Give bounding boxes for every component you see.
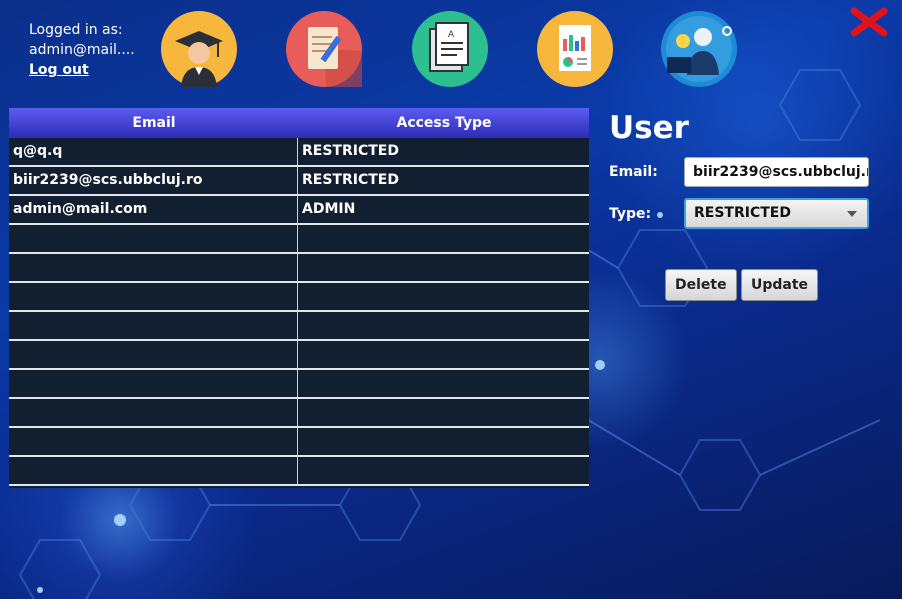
chevron-down-icon [847, 211, 857, 217]
table-row[interactable] [9, 312, 589, 341]
cell-email [9, 399, 298, 426]
logged-in-user: admin@mail.... [29, 42, 135, 58]
logout-link[interactable]: Log out [29, 60, 135, 80]
table-body: q@q.q RESTRICTED biir2239@scs.ubbcluj.ro RE… [9, 138, 589, 486]
cell-access-type [298, 254, 589, 281]
table-row[interactable] [9, 283, 589, 312]
table-header: Email Access Type [9, 108, 589, 138]
nav-reports-button[interactable] [537, 11, 613, 87]
graduate-icon [161, 11, 237, 87]
cell-access-type: ADMIN [302, 201, 356, 217]
cell-access-type [298, 457, 589, 484]
table-row[interactable]: admin@mail.com ADMIN [9, 196, 589, 225]
table-row[interactable] [9, 370, 589, 399]
cell-access-type [298, 399, 589, 426]
cell-email: admin@mail.com [9, 196, 298, 223]
table-row[interactable] [9, 399, 589, 428]
email-field[interactable]: biir2239@scs.ubbcluj.ro [684, 157, 869, 187]
table-row[interactable] [9, 428, 589, 457]
business-user-icon [661, 11, 737, 87]
svg-text:A: A [448, 30, 455, 40]
table-row[interactable] [9, 225, 589, 254]
email-label: Email: [609, 164, 658, 180]
cell-email [9, 254, 298, 281]
document-icon: A [412, 11, 488, 87]
close-icon[interactable] [850, 7, 888, 37]
cell-access-type [298, 225, 589, 252]
cell-access-type [298, 370, 589, 397]
table-row[interactable]: q@q.q RESTRICTED [9, 138, 589, 167]
cell-email [9, 428, 298, 455]
table-row[interactable] [9, 341, 589, 370]
nav-notes-button[interactable] [286, 11, 362, 87]
table-row[interactable]: biir2239@scs.ubbcluj.ro RESTRICTED [9, 167, 589, 196]
nav-documents-button[interactable]: A [412, 11, 488, 87]
cell-access-type: RESTRICTED [302, 143, 399, 159]
nav-users-button[interactable] [661, 11, 737, 87]
type-select[interactable]: RESTRICTED [684, 198, 869, 229]
update-button[interactable]: Update [741, 269, 819, 301]
cell-email: q@q.q [9, 138, 298, 165]
cell-email [9, 370, 298, 397]
cell-access-type [298, 312, 589, 339]
cell-access-type [298, 283, 589, 310]
panel-title: User [609, 110, 689, 146]
table-row[interactable] [9, 457, 589, 486]
cell-email: biir2239@scs.ubbcluj.ro [9, 167, 298, 194]
users-table: Email Access Type q@q.q RESTRICTED biir223… [9, 108, 589, 488]
column-header-email[interactable]: Email [9, 108, 299, 138]
table-row[interactable] [9, 254, 589, 283]
cell-access-type [298, 341, 589, 368]
delete-button[interactable]: Delete [665, 269, 737, 301]
type-label: Type: [609, 206, 652, 222]
nav-student-button[interactable] [161, 11, 237, 87]
cell-email [9, 312, 298, 339]
login-info: Logged in as: admin@mail.... Log out [29, 20, 135, 80]
type-select-value: RESTRICTED [694, 205, 791, 221]
cell-access-type: RESTRICTED [302, 172, 399, 188]
cell-access-type [298, 428, 589, 455]
column-header-access-type[interactable]: Access Type [299, 108, 589, 138]
cell-email [9, 283, 298, 310]
cell-email [9, 457, 298, 484]
notepad-icon [286, 11, 362, 87]
report-chart-icon [537, 11, 613, 87]
cell-email [9, 341, 298, 368]
cell-email [9, 225, 298, 252]
logged-in-label: Logged in as: [29, 22, 123, 38]
